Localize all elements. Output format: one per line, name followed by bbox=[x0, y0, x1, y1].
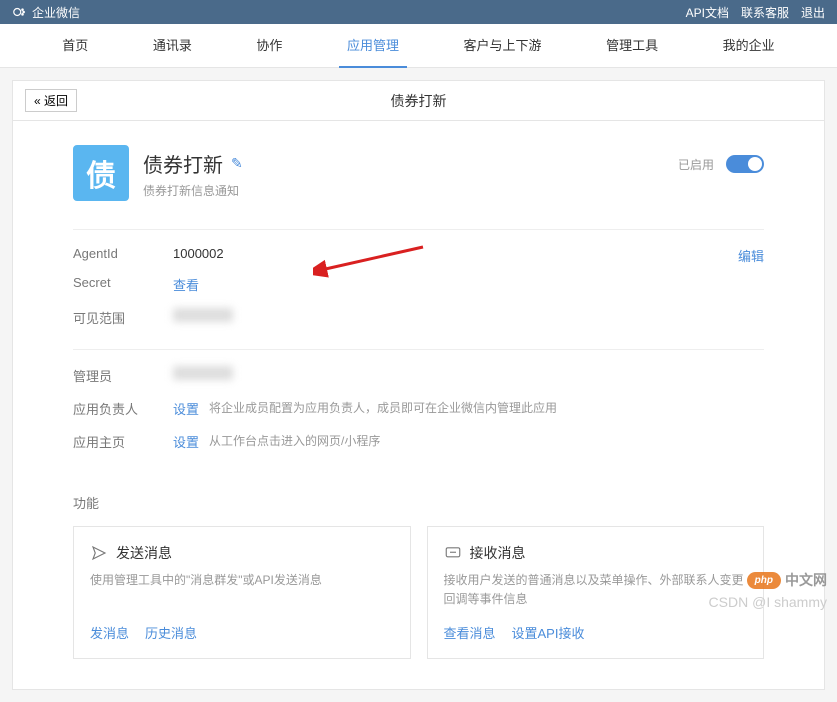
function-cards: 发送消息 使用管理工具中的"消息群发"或API发送消息 发消息 历史消息 接收消… bbox=[73, 526, 764, 659]
page-header: « 返回 债券打新 bbox=[13, 81, 824, 121]
edit-name-icon[interactable]: ✎ bbox=[231, 155, 243, 172]
send-icon bbox=[90, 544, 108, 562]
row-owner: 应用负责人 设置 将企业成员配置为应用负责人，成员即可在企业微信内管理此应用 bbox=[73, 399, 764, 418]
label-agentid: AgentId bbox=[73, 246, 173, 261]
info-section: 编辑 AgentId 1000002 Secret 查看 可见范围 bbox=[73, 229, 764, 349]
topbar-links: API文档 联系客服 退出 bbox=[686, 4, 825, 21]
page-title: 债券打新 bbox=[391, 91, 447, 111]
homepage-desc: 从工作台点击进入的网页/小程序 bbox=[209, 432, 380, 451]
card-send-desc: 使用管理工具中的"消息群发"或API发送消息 bbox=[90, 571, 394, 609]
main-nav: 首页 通讯录 协作 应用管理 客户与上下游 管理工具 我的企业 bbox=[0, 24, 837, 68]
row-visibility: 可见范围 bbox=[73, 308, 764, 327]
row-agentid: AgentId 1000002 bbox=[73, 246, 764, 261]
topbar: 企业微信 API文档 联系客服 退出 bbox=[0, 0, 837, 24]
main-container: « 返回 债券打新 债 债券打新 ✎ 债券打新信息通知 已启用 bbox=[12, 80, 825, 690]
topbar-link-support[interactable]: 联系客服 bbox=[741, 4, 789, 21]
secret-view-link[interactable]: 查看 bbox=[173, 275, 199, 294]
owner-set-link[interactable]: 设置 bbox=[173, 399, 199, 418]
label-owner: 应用负责人 bbox=[73, 399, 173, 418]
topbar-link-api[interactable]: API文档 bbox=[686, 4, 729, 21]
app-meta: 债券打新 ✎ 债券打新信息通知 bbox=[143, 145, 243, 201]
card-receive-desc: 接收用户发送的普通消息以及菜单操作、外部联系人变更回调等事件信息 bbox=[444, 571, 748, 609]
nav-collab[interactable]: 协作 bbox=[248, 24, 290, 68]
nav-contacts[interactable]: 通讯录 bbox=[145, 24, 200, 68]
link-set-api[interactable]: 设置API接收 bbox=[512, 623, 585, 642]
card-send-title: 发送消息 bbox=[116, 543, 172, 563]
link-send-msg[interactable]: 发消息 bbox=[90, 623, 129, 642]
link-history-msg[interactable]: 历史消息 bbox=[145, 623, 197, 642]
functions-title: 功能 bbox=[73, 493, 764, 512]
nav-tools[interactable]: 管理工具 bbox=[598, 24, 666, 68]
content: 债 债券打新 ✎ 债券打新信息通知 已启用 编辑 AgentId bbox=[13, 121, 824, 689]
app-desc: 债券打新信息通知 bbox=[143, 182, 243, 199]
admin-section: 管理员 应用负责人 设置 将企业成员配置为应用负责人，成员即可在企业微信内管理此… bbox=[73, 349, 764, 473]
enable-toggle[interactable] bbox=[726, 155, 764, 173]
brand-text: 企业微信 bbox=[32, 4, 80, 21]
app-info: 债 债券打新 ✎ 债券打新信息通知 bbox=[73, 145, 243, 201]
app-icon: 债 bbox=[73, 145, 129, 201]
card-send: 发送消息 使用管理工具中的"消息群发"或API发送消息 发消息 历史消息 bbox=[73, 526, 411, 659]
watermark-csdn: CSDN @I shammy bbox=[709, 594, 827, 610]
label-homepage: 应用主页 bbox=[73, 432, 173, 451]
admin-value-blurred bbox=[173, 366, 233, 380]
label-admin: 管理员 bbox=[73, 366, 173, 385]
homepage-set-link[interactable]: 设置 bbox=[173, 432, 199, 451]
nav-company[interactable]: 我的企业 bbox=[715, 24, 783, 68]
app-header: 债 债券打新 ✎ 债券打新信息通知 已启用 bbox=[73, 145, 764, 201]
topbar-brand: 企业微信 bbox=[12, 4, 80, 21]
app-status: 已启用 bbox=[678, 145, 764, 173]
nav-customers[interactable]: 客户与上下游 bbox=[456, 24, 550, 68]
php-badge: php bbox=[747, 572, 781, 589]
nav-home[interactable]: 首页 bbox=[54, 24, 96, 68]
visibility-value-blurred bbox=[173, 308, 233, 322]
link-view-msg[interactable]: 查看消息 bbox=[444, 623, 496, 642]
back-button[interactable]: « 返回 bbox=[25, 89, 77, 112]
row-secret: Secret 查看 bbox=[73, 275, 764, 294]
card-receive: 接收消息 接收用户发送的普通消息以及菜单操作、外部联系人变更回调等事件信息 查看… bbox=[427, 526, 765, 659]
row-admin: 管理员 bbox=[73, 366, 764, 385]
receive-icon bbox=[444, 544, 462, 562]
card-receive-title: 接收消息 bbox=[470, 543, 526, 563]
edit-button[interactable]: 编辑 bbox=[738, 246, 764, 265]
status-label: 已启用 bbox=[678, 156, 714, 173]
watermark-php: php 中文网 bbox=[747, 570, 827, 590]
php-text: 中文网 bbox=[785, 570, 827, 590]
wework-logo-icon bbox=[12, 5, 26, 19]
owner-desc: 将企业成员配置为应用负责人，成员即可在企业微信内管理此应用 bbox=[209, 399, 557, 418]
row-homepage: 应用主页 设置 从工作台点击进入的网页/小程序 bbox=[73, 432, 764, 451]
app-name: 债券打新 bbox=[143, 149, 223, 178]
topbar-link-logout[interactable]: 退出 bbox=[801, 4, 825, 21]
label-secret: Secret bbox=[73, 275, 173, 294]
value-agentid: 1000002 bbox=[173, 246, 224, 261]
label-visibility: 可见范围 bbox=[73, 308, 173, 327]
nav-apps[interactable]: 应用管理 bbox=[339, 24, 407, 68]
